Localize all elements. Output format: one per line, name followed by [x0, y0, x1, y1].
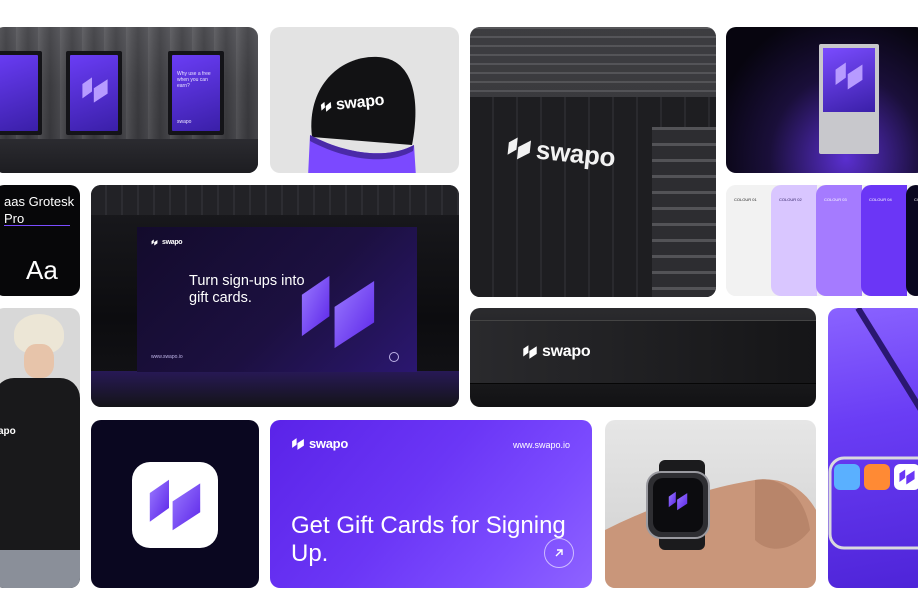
- stage-floor: [91, 371, 459, 407]
- subway-ads-tile: Why use a free when you can earn? swapo: [0, 27, 258, 173]
- sign-bar: swapo: [470, 320, 816, 384]
- typeface-sample: Aa: [26, 255, 58, 285]
- stage-url: www.swapo.io: [151, 354, 183, 360]
- swapo-mark-icon: [291, 437, 305, 451]
- palette-swatch: COLOUR 04: [861, 185, 907, 296]
- typeface-tile: aas Grotesk Pro Aa: [0, 185, 80, 296]
- swatch-name: COLOUR 01: [734, 197, 757, 202]
- shirt-wordmark: apo: [0, 426, 16, 437]
- typeface-name: aas Grotesk Pro: [4, 194, 75, 226]
- kiosk-screen: [823, 48, 875, 112]
- swapo-mark-icon: [145, 475, 205, 535]
- poster-screen: [0, 55, 38, 131]
- building-signage-tile: swapo: [470, 27, 716, 297]
- sign-logo: swapo: [522, 343, 591, 361]
- gift-card-tile: swapo www.swapo.io Get Gift Cards for Si…: [270, 420, 592, 588]
- swapo-mark-icon: [505, 134, 534, 163]
- stage-headline: Turn sign-ups into gift cards.: [189, 273, 305, 306]
- poster-footer: swapo: [177, 119, 192, 125]
- person-face: [24, 344, 54, 378]
- color-palette-tile: COLOUR 01 COLOUR 02 COLOUR 03 COLOUR 04 COLO…: [726, 185, 918, 296]
- person-jeans: [0, 550, 80, 588]
- watch-illustration: [605, 460, 816, 588]
- poster-screen: [70, 55, 118, 131]
- swapo-mark-icon: [833, 60, 865, 92]
- phone-illustration: [828, 308, 918, 550]
- app-icon-tile: [91, 420, 259, 588]
- poster-panel: [66, 51, 122, 135]
- swapo-mark-icon: [522, 344, 538, 360]
- kiosk-stand: [819, 44, 879, 154]
- sign-wordmark: swapo: [542, 343, 591, 360]
- swapo-mark-icon: [80, 75, 110, 105]
- palette-swatch: COLOUR 05: [906, 185, 918, 296]
- stage-logo-text: swapo: [162, 239, 183, 246]
- swapo-mark-icon: [151, 239, 158, 246]
- swatch-name: COLOUR 02: [779, 197, 802, 202]
- stage-display-tile: swapo www.swapo.io Turn sign-ups into gi…: [91, 185, 459, 407]
- kiosk-tile: [726, 27, 918, 173]
- stage-ceiling: [91, 185, 459, 215]
- arrow-up-right-icon: [544, 538, 574, 568]
- palette-swatch: COLOUR 01: [726, 185, 772, 296]
- stage-logo: swapo: [151, 239, 183, 246]
- poster-screen: Why use a free when you can earn? swapo: [172, 55, 220, 131]
- typeface-divider: [4, 225, 70, 226]
- card-url: www.swapo.io: [512, 440, 570, 450]
- card-wordmark: swapo: [309, 436, 348, 451]
- person-shirt-tile: apo: [0, 308, 80, 588]
- subway-floor: [0, 139, 258, 173]
- smartwatch-tile: [605, 420, 816, 588]
- wall-sign-tile: swapo: [470, 308, 816, 407]
- swatch-name: COLOUR 03: [824, 197, 847, 202]
- swapo-mark-icon: [320, 100, 333, 113]
- phone-tile: [828, 308, 918, 588]
- poster-panel: Why use a free when you can earn? swapo: [168, 51, 224, 135]
- palette-swatch: COLOUR 02: [771, 185, 817, 296]
- swatch-name: COLOUR 04: [869, 197, 892, 202]
- beanie-tile: swapo: [270, 27, 459, 173]
- poster-text: Why use a free when you can earn?: [177, 71, 211, 89]
- palette-swatch: COLOUR 03: [816, 185, 862, 296]
- poster-panel: [0, 51, 42, 135]
- swatch-name: COLOUR 05: [914, 197, 918, 202]
- building-top-grid: [470, 27, 716, 97]
- stage-arrow-icon: [389, 352, 399, 362]
- card-logo: swapo: [291, 436, 348, 451]
- app-icon: [132, 462, 218, 548]
- building-side: [652, 127, 716, 297]
